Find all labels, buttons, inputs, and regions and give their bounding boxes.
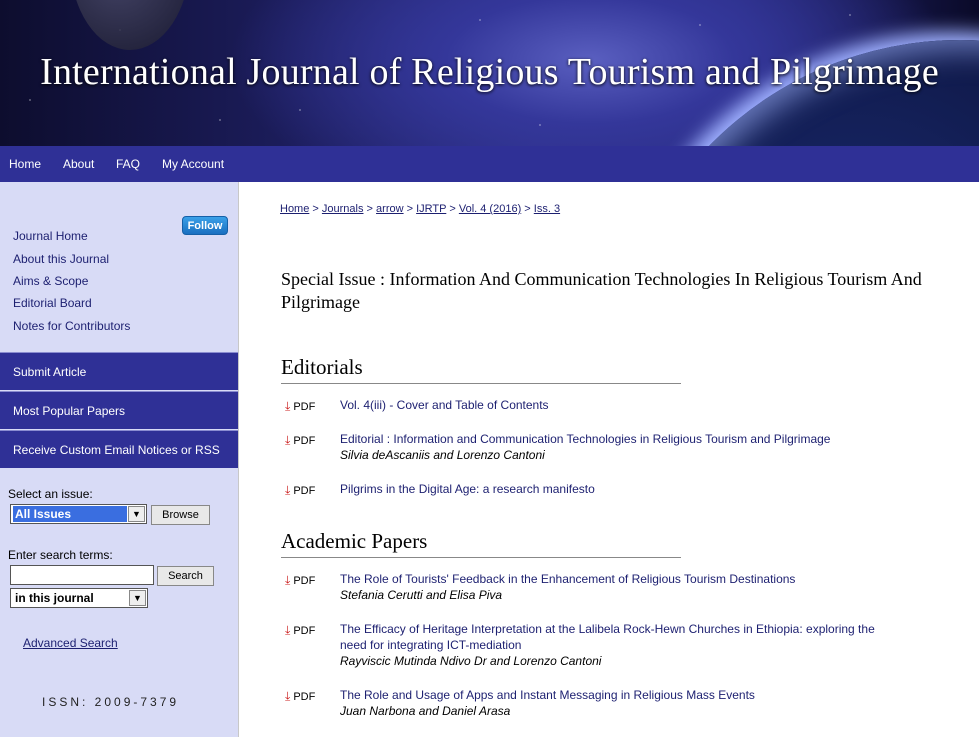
issue-select[interactable]: All Issues ▼ [10,504,147,524]
sidebar-item-aims-scope[interactable]: Aims & Scope [13,274,88,288]
breadcrumb-separator: > [524,203,531,215]
section-divider [281,383,681,384]
chevron-down-icon: ▼ [129,590,146,606]
pdf-link[interactable]: ⤓ PDF [285,433,315,448]
breadcrumb-separator: > [366,203,373,215]
section-heading-academic-papers: Academic Papers [281,529,428,553]
nav-about[interactable]: About [63,157,94,171]
issn-text: ISSN: 2009-7379 [42,695,180,709]
article-title[interactable]: The Role and Usage of Apps and Instant M… [340,687,755,703]
article-authors: Juan Narbona and Daniel Arasa [340,704,511,718]
pdf-icon: ⤓ [285,433,291,447]
breadcrumb-separator: > [449,203,456,215]
breadcrumb: Home > Journals > arrow > IJRTP > Vol. 4… [280,203,560,215]
pdf-label: PDF [293,435,316,447]
pdf-link[interactable]: ⤓ PDF [285,623,315,638]
chevron-down-icon: ▼ [128,506,145,522]
search-button[interactable]: Search [157,566,214,586]
follow-button[interactable]: Follow [182,216,228,235]
search-scope-select[interactable]: in this journal ▼ [10,588,148,608]
nav-home[interactable]: Home [9,157,41,171]
article-authors: Silvia deAscaniis and Lorenzo Cantoni [340,448,545,462]
sidebar: Follow Journal Home About this Journal A… [0,182,238,737]
pdf-icon: ⤓ [285,399,291,413]
nav-faq[interactable]: FAQ [116,157,140,171]
article-title[interactable]: Pilgrims in the Digital Age: a research … [340,481,595,497]
breadcrumb-issue[interactable]: Iss. 3 [534,203,560,215]
pdf-icon: ⤓ [285,623,291,637]
pdf-label: PDF [293,401,316,413]
pdf-link[interactable]: ⤓ PDF [285,689,315,704]
pdf-label: PDF [293,625,316,637]
article-title[interactable]: Editorial : Information and Communicatio… [340,431,830,447]
submit-article-link[interactable]: Submit Article [0,352,238,390]
select-issue-label: Select an issue: [8,487,93,501]
sidebar-item-editorial-board[interactable]: Editorial Board [13,296,92,310]
article-authors: Rayviscic Mutinda Ndivo Dr and Lorenzo C… [340,654,602,668]
breadcrumb-separator: > [406,203,414,215]
article-authors: Stefania Cerutti and Elisa Piva [340,588,503,602]
pdf-link[interactable]: ⤓ PDF [285,483,315,498]
nav-my-account[interactable]: My Account [162,157,224,171]
search-scope-value: in this journal [15,591,94,605]
browse-button[interactable]: Browse [151,505,210,525]
pdf-label: PDF [293,485,316,497]
pdf-label: PDF [293,575,316,587]
main-content: Home > Journals > arrow > IJRTP > Vol. 4… [238,182,979,737]
issue-select-value: All Issues [13,506,127,522]
article-title[interactable]: The Role of Tourists' Feedback in the En… [340,571,795,587]
article-title[interactable]: Vol. 4(iii) - Cover and Table of Content… [340,397,549,413]
sidebar-item-notes-contributors[interactable]: Notes for Contributors [13,319,130,333]
sidebar-item-about-journal[interactable]: About this Journal [13,252,109,266]
journal-title[interactable]: International Journal of Religious Touri… [0,50,979,94]
search-input[interactable] [10,565,154,585]
journal-banner: International Journal of Religious Touri… [0,0,979,146]
pdf-icon: ⤓ [285,689,291,703]
breadcrumb-journals[interactable]: Journals [322,203,364,215]
sidebar-item-journal-home[interactable]: Journal Home [13,229,88,243]
article-title[interactable]: The Efficacy of Heritage Interpretation … [340,621,875,637]
pdf-link[interactable]: ⤓ PDF [285,399,315,414]
issue-title: Special Issue : Information And Communic… [281,269,922,312]
pdf-icon: ⤓ [285,483,291,497]
breadcrumb-ijrtp[interactable]: IJRTP [416,203,446,215]
pdf-label: PDF [293,691,316,703]
top-navigation: Home About FAQ My Account [0,146,979,182]
breadcrumb-home[interactable]: Home [280,203,309,215]
section-divider [281,557,681,558]
breadcrumb-volume[interactable]: Vol. 4 (2016) [459,203,521,215]
advanced-search-link[interactable]: Advanced Search [23,636,118,650]
most-popular-papers-link[interactable]: Most Popular Papers [0,391,238,429]
breadcrumb-arrow[interactable]: arrow [376,203,404,215]
pdf-icon: ⤓ [285,573,291,587]
search-terms-label: Enter search terms: [8,548,113,562]
email-notices-rss-link[interactable]: Receive Custom Email Notices or RSS [0,430,238,468]
article-title-continued[interactable]: need for integrating ICT-mediation [340,637,521,653]
breadcrumb-separator: > [312,203,319,215]
pdf-link[interactable]: ⤓ PDF [285,573,315,588]
section-heading-editorials: Editorials [281,355,363,379]
